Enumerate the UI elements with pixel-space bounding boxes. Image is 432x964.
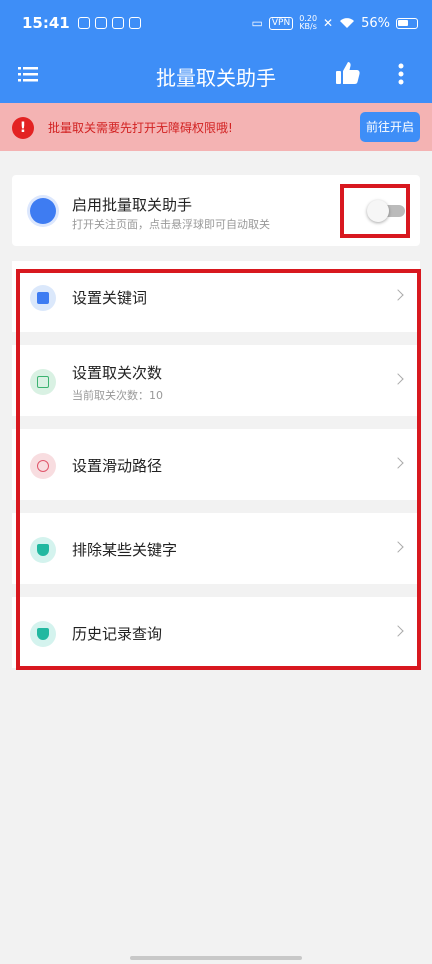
chevron-right-icon: [392, 289, 404, 301]
floating-ball-icon: [30, 198, 56, 224]
setting-row-swipe-path[interactable]: 设置滑动路径: [12, 429, 420, 500]
chevron-right-icon: [392, 373, 404, 385]
setting-row-exclude[interactable]: 排除某些关键字: [12, 513, 420, 584]
history-shield-icon: [30, 621, 56, 647]
setting-row-history[interactable]: 历史记录查询: [12, 597, 420, 668]
chevron-right-icon: [392, 625, 404, 637]
battery-percent: 56%: [361, 15, 390, 31]
vibrate-icon: ▭: [251, 16, 263, 30]
notification-app-icon: [111, 17, 124, 29]
setting-subtitle: 当前取关次数：10: [72, 389, 163, 402]
notice-text: 批量取关需要先打开无障碍权限哦!: [48, 121, 233, 135]
shield-icon: [30, 537, 56, 563]
wifi-icon: [340, 18, 355, 28]
enable-card: 启用批量取关助手 打开关注页面，点击悬浮球即可自动取关: [12, 175, 420, 246]
status-bar: 15:41 ▭ VPN 0.20 KB/s ✕ 56%: [0, 0, 432, 46]
swipe-path-icon: [30, 453, 56, 479]
setting-title: 历史记录查询: [72, 625, 163, 643]
setting-row-count[interactable]: 设置取关次数 当前取关次数：10: [12, 345, 420, 416]
notification-app-icon: [128, 17, 141, 29]
setting-title: 排除某些关键字: [72, 541, 178, 559]
signal-icon: ✕: [323, 16, 334, 30]
chevron-right-icon: [392, 457, 404, 469]
toggle-thumb: [367, 200, 389, 222]
setting-title: 设置关键词: [72, 289, 148, 307]
status-time: 15:41: [22, 14, 70, 32]
enable-toggle[interactable]: [367, 200, 407, 222]
keyword-icon: [30, 285, 56, 311]
accessibility-notice: ! 批量取关需要先打开无障碍权限哦! 前往开启: [0, 103, 432, 151]
go-enable-button[interactable]: 前往开启: [360, 112, 420, 142]
enable-title: 启用批量取关助手: [72, 196, 193, 214]
alert-icon: !: [12, 117, 34, 139]
setting-title: 设置取关次数: [72, 364, 163, 382]
notification-icons: [77, 17, 141, 29]
vpn-badge: VPN: [268, 16, 294, 30]
setting-row-keywords[interactable]: 设置关键词: [12, 261, 420, 332]
count-icon: [30, 369, 56, 395]
more-vertical-icon[interactable]: [396, 62, 406, 86]
network-speed: 0.20 KB/s: [299, 14, 318, 31]
page-title: 批量取关助手: [156, 66, 276, 90]
setting-title: 设置滑动路径: [72, 457, 163, 475]
enable-subtitle: 打开关注页面，点击悬浮球即可自动取关: [72, 218, 270, 231]
notification-app-icon: [77, 17, 90, 29]
home-indicator[interactable]: [130, 956, 302, 960]
battery-icon: [396, 17, 418, 29]
chevron-right-icon: [392, 541, 404, 553]
app-bar: 批量取关助手: [0, 46, 432, 103]
notification-app-icon: [94, 17, 107, 29]
status-indicators: ▭ VPN 0.20 KB/s ✕ 56%: [252, 15, 418, 31]
thumb-up-icon[interactable]: [335, 60, 361, 86]
